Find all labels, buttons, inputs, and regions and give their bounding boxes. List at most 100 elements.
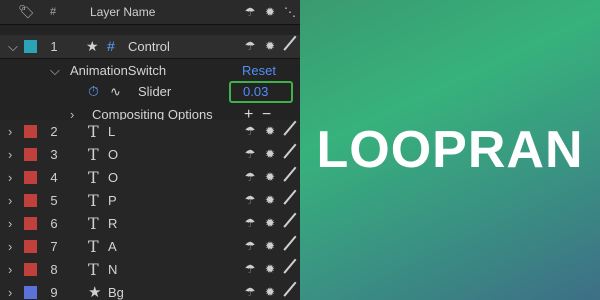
layer-panel: 🏷 # Layer Name ☂ ✹ ⋱ ⌵ 1 ★ # Control ☂ ✹… [0,0,300,300]
layer-row[interactable]: › 6 T R ☂ ✹ [0,212,300,236]
label-swatch[interactable] [24,171,37,184]
layer-number: 2 [50,124,58,139]
layer-number: 5 [50,193,58,208]
slider-row[interactable]: ⏱ ∿ Slider 0.03 [0,80,300,104]
shy-icon[interactable]: ☂ [242,281,258,300]
shy-icon[interactable]: ☂ [242,143,258,166]
layer-row[interactable]: › 4 T O ☂ ✹ [0,166,300,190]
layer-switches: ☂ ✹ [240,189,300,212]
layer-name[interactable]: O [108,166,118,189]
quality-slash-icon[interactable] [282,281,298,300]
reset-link[interactable]: Reset [242,59,276,82]
quality-slash-icon[interactable] [282,258,298,281]
collapse-icon[interactable]: ✹ [262,235,278,258]
shy-icon[interactable]: ☂ [242,0,258,24]
layer-switches: ☂ ✹ [240,212,300,235]
layer-name[interactable]: L [108,120,115,143]
layer-number: 4 [50,170,58,185]
slider-value[interactable]: 0.03 [243,80,268,103]
layer-name[interactable]: Bg [108,281,124,300]
quality-slash-icon[interactable] [282,166,298,189]
quality-slash-icon[interactable] [282,189,298,212]
quality-slash-icon[interactable] [282,212,298,235]
layer-number: 3 [50,147,58,162]
collapse-icon[interactable]: ✹ [262,35,278,58]
label-swatch[interactable] [24,263,37,276]
shy-icon[interactable]: ☂ [242,235,258,258]
layer-number: 7 [50,239,58,254]
text-layer-icon: T [88,168,99,187]
brand-text: LOOPRAN [316,121,584,179]
label-swatch[interactable] [24,194,37,207]
effect-name[interactable]: AnimationSwitch [70,59,166,82]
shy-icon[interactable]: ☂ [242,120,258,143]
shy-icon[interactable]: ☂ [242,35,258,58]
layer-row[interactable]: › 2 T L ☂ ✹ [0,120,300,144]
star-icon: ★ [88,284,102,300]
collapsed-chevron-icon[interactable]: › [8,120,12,143]
layer-row[interactable]: › 5 T P ☂ ✹ [0,189,300,213]
label-swatch[interactable] [24,148,37,161]
num-column-header[interactable]: # [50,0,56,24]
shy-icon[interactable]: ☂ [242,189,258,212]
layer-switches: ☂ ✹ [240,143,300,166]
layer-row[interactable]: › 7 T A ☂ ✹ [0,235,300,259]
expand-chevron-icon[interactable]: ⌵ [8,35,18,58]
shy-icon[interactable]: ☂ [242,212,258,235]
stopwatch-icon[interactable]: ⏱ [88,80,99,103]
shy-icon[interactable]: ☂ [242,166,258,189]
collapse-icon[interactable]: ✹ [262,120,278,143]
label-swatch[interactable] [24,125,37,138]
text-layer-icon: T [88,145,99,164]
shy-icon[interactable]: ☂ [242,258,258,281]
graph-icon[interactable]: ∿ [110,80,121,103]
collapsed-chevron-icon[interactable]: › [8,189,12,212]
expand-chevron-icon[interactable]: ⌵ [50,59,60,82]
layer-row-control[interactable]: ⌵ 1 ★ # Control ☂ ✹ [0,35,300,59]
layer-switches: ☂ ✹ [240,35,300,58]
null-hash-icon: # [107,38,115,54]
collapsed-chevron-icon[interactable]: › [8,281,12,300]
collapsed-chevron-icon[interactable]: › [8,166,12,189]
label-swatch[interactable] [24,40,37,53]
tag-icon[interactable]: 🏷 [18,0,35,24]
quality-slash-icon[interactable] [282,35,298,58]
layer-name[interactable]: N [108,258,117,281]
collapsed-chevron-icon[interactable]: › [8,143,12,166]
layer-name-column-header[interactable]: Layer Name [90,0,155,24]
switches-header: ☂ ✹ ⋱ [240,0,300,23]
collapse-icon[interactable]: ✹ [262,189,278,212]
quality-icon[interactable]: ⋱ [282,0,298,24]
text-layer-icon: T [88,237,99,256]
collapsed-chevron-icon[interactable]: › [8,212,12,235]
layer-name[interactable]: O [108,143,118,166]
layer-name[interactable]: R [108,212,117,235]
text-layer-icon: T [88,122,99,141]
collapse-icon[interactable]: ✹ [262,258,278,281]
label-swatch[interactable] [24,240,37,253]
layer-switches: ☂ ✹ [240,166,300,189]
collapsed-chevron-icon[interactable]: › [8,258,12,281]
layer-row[interactable]: › 8 T N ☂ ✹ [0,258,300,282]
layer-number: 8 [50,262,58,277]
quality-slash-icon[interactable] [282,143,298,166]
layer-name[interactable]: A [108,235,117,258]
collapse-icon[interactable]: ✹ [262,0,278,24]
star-icon: ★ [86,38,99,54]
quality-slash-icon[interactable] [282,235,298,258]
layer-row[interactable]: › 9 ★ Bg ☂ ✹ [0,281,300,300]
collapsed-chevron-icon[interactable]: › [8,235,12,258]
label-swatch[interactable] [24,286,37,299]
text-layer-icon: T [88,214,99,233]
layer-name[interactable]: P [108,189,117,212]
layer-name[interactable]: Control [128,35,170,58]
layer-row[interactable]: › 3 T O ☂ ✹ [0,143,300,167]
layer-number: 1 [50,39,58,54]
quality-slash-icon[interactable] [282,120,298,143]
collapse-icon[interactable]: ✹ [262,212,278,235]
layer-number: 6 [50,216,58,231]
collapse-icon[interactable]: ✹ [262,281,278,300]
collapse-icon[interactable]: ✹ [262,143,278,166]
collapse-icon[interactable]: ✹ [262,166,278,189]
label-swatch[interactable] [24,217,37,230]
